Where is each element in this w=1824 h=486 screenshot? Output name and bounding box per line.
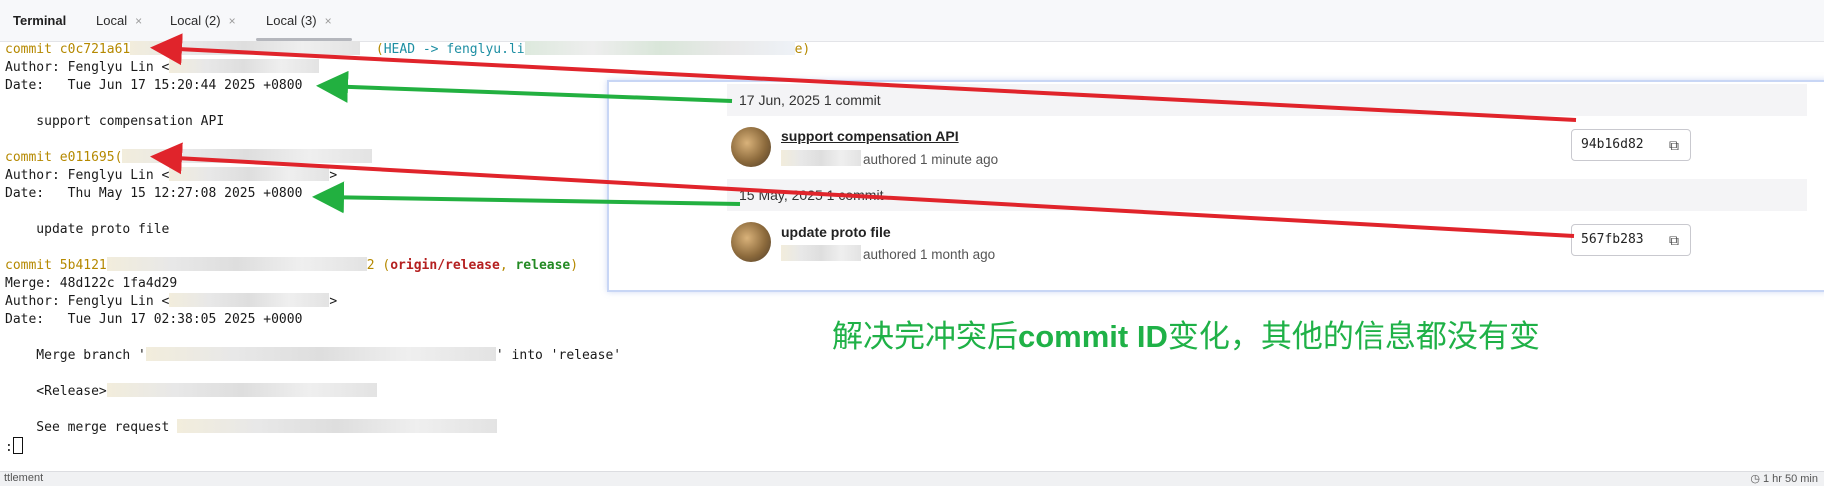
red-arrow <box>150 33 1577 122</box>
annotation-arrows <box>150 33 1577 238</box>
green-arrow <box>316 70 733 103</box>
green-arrow <box>312 181 741 214</box>
